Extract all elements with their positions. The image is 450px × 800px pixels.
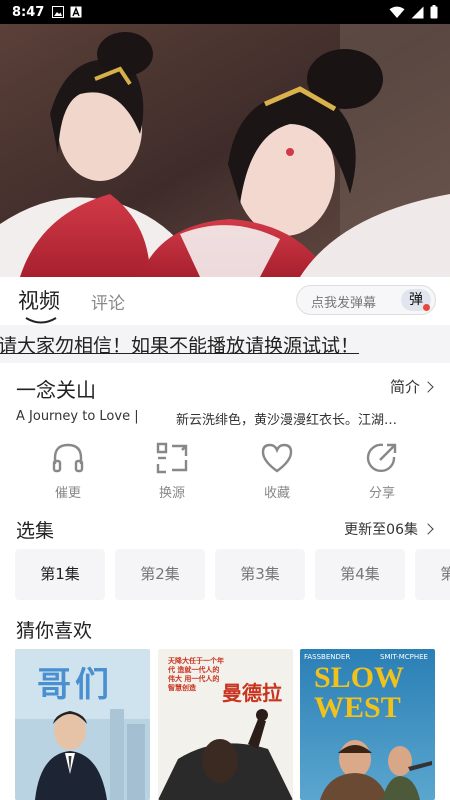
switch-source-label: 换源 [158, 486, 185, 501]
recommend-poster[interactable]: 天降大任于一个年代 造就一代人的伟大 用一代人的智慧创造 曼德拉 [158, 649, 293, 800]
tab-video-indicator [25, 317, 57, 324]
episode-item[interactable]: 第5集 [415, 549, 450, 600]
episodes-update-link[interactable]: 更新至06集 [344, 519, 434, 539]
recommend-list: 哥们 天降大任于一个年代 造就一代人的伟大 用一代人的智慧创造 曼德拉 FASS… [15, 649, 450, 800]
app-notification-icon [70, 6, 82, 18]
gallery-notification-icon [52, 6, 65, 18]
poster-credit: SMIT-MCPHEE [380, 653, 428, 661]
recommend-poster[interactable]: 哥们 [15, 649, 150, 800]
episodes-title: 选集 [16, 520, 55, 542]
episode-item[interactable]: 第2集 [115, 549, 205, 600]
episode-item[interactable]: 第3集 [215, 549, 305, 600]
wifi-icon [389, 6, 405, 18]
status-right-icons [389, 5, 438, 19]
recommend-poster[interactable]: FASSBENDER SMIT-MCPHEE SLOW WEST [300, 649, 435, 800]
cellular-signal-icon [411, 6, 424, 18]
share-icon [366, 443, 397, 473]
episode-item[interactable]: 第1集 [15, 549, 105, 600]
action-bar: 催更 换源 收藏 分享 [0, 436, 450, 512]
chevron-right-icon [422, 380, 434, 393]
switch-source-icon [156, 442, 188, 474]
notice-text: 请大家勿相信！如果不能播放请换源试试！ [0, 335, 360, 357]
danmaku-placeholder: 点我发弹幕 [311, 296, 377, 311]
urge-update-label: 催更 [54, 486, 81, 501]
episode-item[interactable]: 第4集 [315, 549, 405, 600]
tab-video[interactable]: 视频 [18, 285, 60, 315]
chevron-right-icon [422, 523, 434, 535]
poster-credit: FASSBENDER [304, 653, 351, 661]
tab-comment[interactable]: 评论 [91, 289, 125, 314]
detail-tabs-row: 视频 评论 点我发弹幕 弹 [0, 277, 450, 325]
poster-title: SLOW WEST [314, 661, 404, 724]
recommend-title: 猜你喜欢 [16, 620, 93, 642]
poster-title: 曼德拉 [222, 681, 282, 705]
video-frame-illustration [0, 24, 450, 277]
status-bar: 8:47 [0, 0, 450, 24]
favorite-label: 收藏 [263, 486, 290, 501]
notice-marquee: 请大家勿相信！如果不能播放请换源试试！ [0, 325, 450, 363]
switch-source-button[interactable]: 换源 [132, 436, 212, 512]
danmaku-status-dot [423, 304, 430, 311]
danmaku-input[interactable]: 点我发弹幕 弹 [296, 285, 436, 315]
battery-icon [430, 5, 438, 19]
show-title: 一念关山 [16, 378, 96, 402]
share-button[interactable]: 分享 [342, 436, 422, 512]
status-time: 8:47 [12, 4, 45, 20]
danmaku-button-label: 弹 [409, 292, 423, 308]
favorite-button[interactable]: 收藏 [237, 436, 317, 512]
danmaku-toggle-button[interactable]: 弹 [401, 289, 431, 311]
heart-icon [261, 443, 293, 473]
show-english-title: A Journey to Love | [16, 409, 139, 424]
poster-tagline: 天降大任于一个年代 造就一代人的伟大 用一代人的智慧创造 [168, 657, 224, 692]
show-synopsis[interactable]: 新云洗绯色，黄沙漫漫红衣长。江湖… [176, 409, 438, 428]
share-label: 分享 [368, 486, 395, 501]
intro-link-label: 简介 [389, 378, 420, 396]
urge-update-button[interactable]: 催更 [28, 436, 108, 512]
poster-title: 哥们 [37, 665, 113, 705]
video-player[interactable] [0, 24, 450, 277]
episodes-update-text: 更新至06集 [344, 522, 418, 538]
episode-list: 第1集 第2集 第3集 第4集 第5集 [15, 549, 450, 601]
headphones-icon [52, 443, 84, 473]
intro-link[interactable]: 简介 [389, 376, 434, 397]
